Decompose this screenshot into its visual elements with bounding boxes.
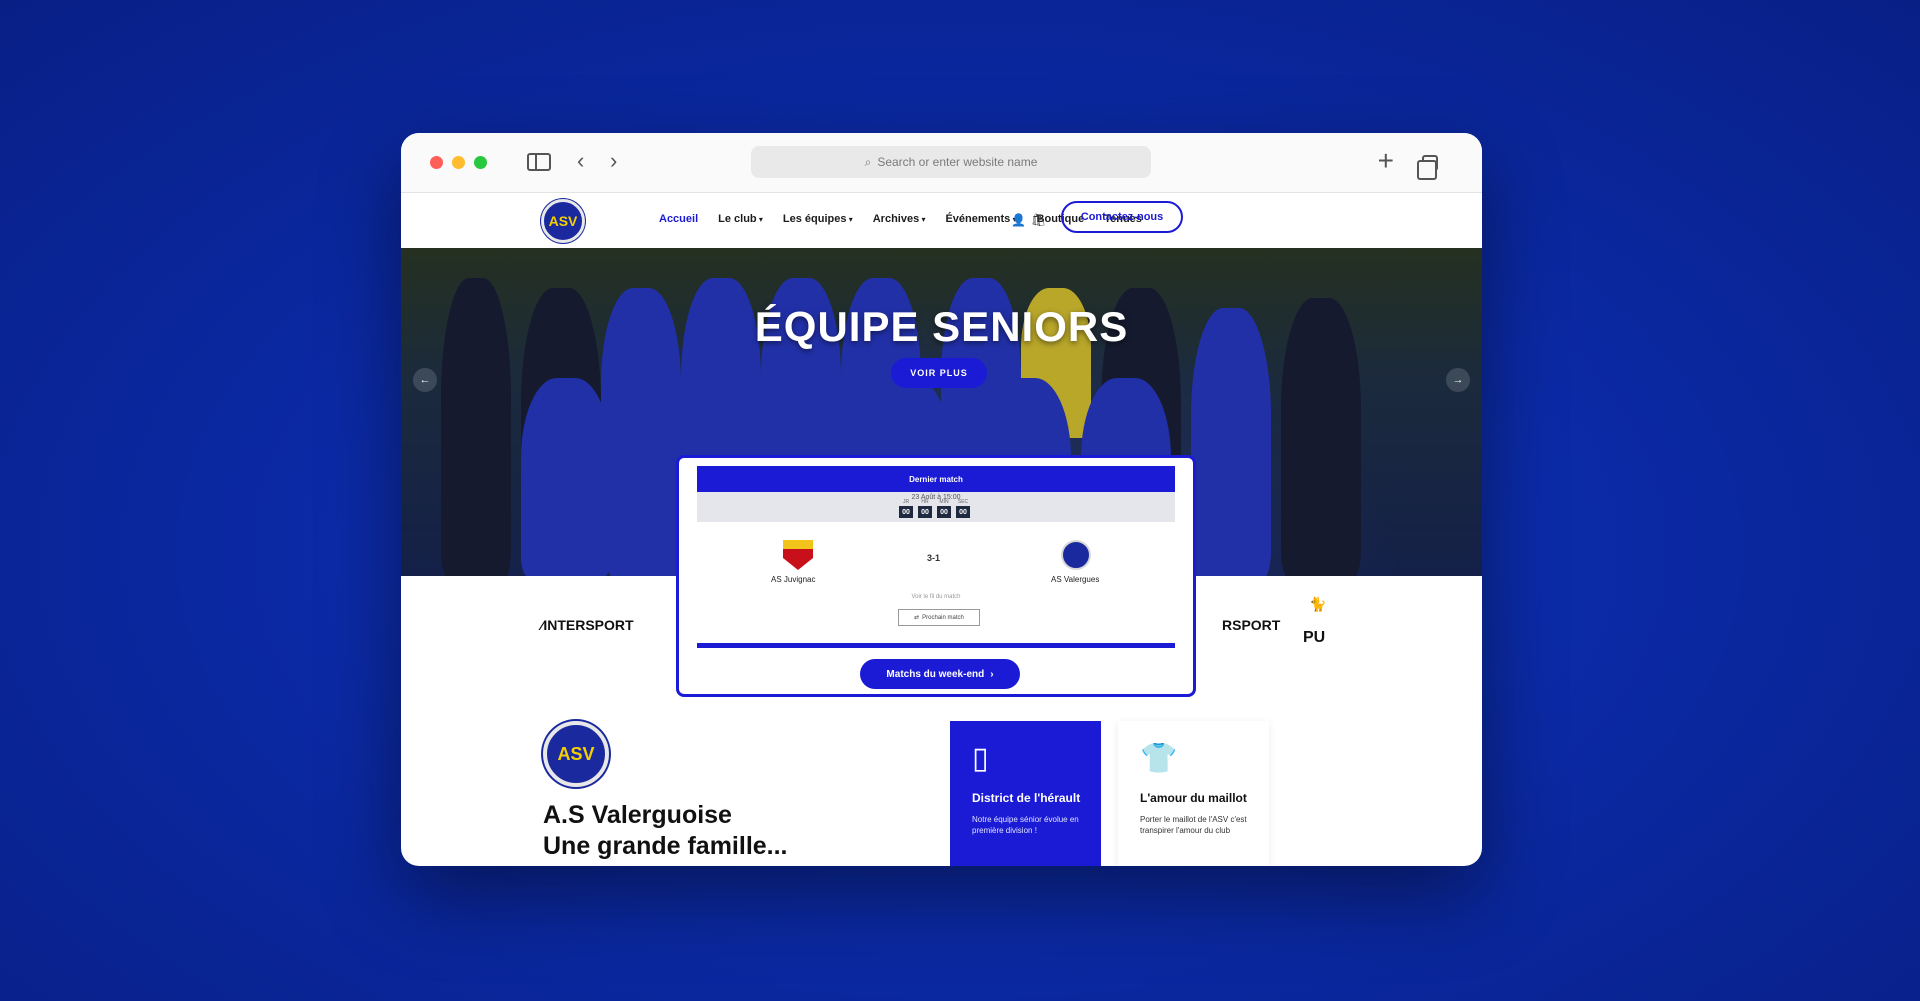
shopping-bag-icon[interactable]: 🛍 xyxy=(1031,213,1046,227)
contact-button[interactable]: Contactez-nous xyxy=(1061,201,1183,233)
next-match-button[interactable]: ⇄ Prochain match xyxy=(898,609,980,626)
feature-title: District de l'hérault xyxy=(972,791,1081,805)
match-date: 23 Août à 15:00 xyxy=(911,494,961,501)
nav-le-club[interactable]: Le club xyxy=(718,213,763,225)
new-tab-button[interactable]: + xyxy=(1378,147,1394,175)
voir-plus-button[interactable]: VOIR PLUS xyxy=(891,358,987,388)
feature-card-maillot[interactable]: 👕 L'amour du maillot Porter le maillot d… xyxy=(1118,721,1269,866)
countdown-label: SEC xyxy=(957,499,969,505)
nav-les-equipes[interactable]: Les équipes xyxy=(783,213,853,225)
match-feed-link[interactable]: Voir le fil du match xyxy=(679,594,1193,600)
home-team-name: AS Juvignac xyxy=(771,575,816,584)
feature-text: Notre équipe sénior évolue en première d… xyxy=(972,815,1079,835)
countdown: 23 Août à 15:00 JR 00 HR 00 MIN 00 SEC 0… xyxy=(697,492,1175,522)
user-icon[interactable]: 👤 xyxy=(1011,213,1026,227)
swap-icon: ⇄ xyxy=(914,615,920,621)
search-icon: ⌕ xyxy=(864,154,872,169)
away-team-name: AS Valergues xyxy=(1051,575,1100,584)
countdown-value: 00 xyxy=(918,506,932,518)
sponsor-rsport-logo: RSPORT xyxy=(1222,617,1281,633)
sidebar-toggle-icon[interactable] xyxy=(527,153,551,171)
minimize-window-button[interactable] xyxy=(452,156,465,169)
about-club-logo: ASV xyxy=(543,721,609,787)
sponsor-intersport-logo: ⁄INTERSPORT xyxy=(541,617,634,633)
site-header: ASV Accueil Le club Les équipes Archives… xyxy=(401,193,1482,248)
forward-icon[interactable]: › xyxy=(610,149,617,173)
away-team-crest xyxy=(1061,540,1091,570)
puma-cat-icon: 🐈 xyxy=(1309,596,1327,612)
countdown-value: 00 xyxy=(937,506,951,518)
countdown-value: 00 xyxy=(956,506,970,518)
slider-prev-icon[interactable]: ← xyxy=(413,368,437,392)
slider-next-icon[interactable]: → xyxy=(1446,368,1470,392)
jersey-icon: 👕 xyxy=(1140,742,1178,775)
match-card: Dernier match 23 Août à 15:00 JR 00 HR 0… xyxy=(676,455,1196,697)
url-placeholder: Search or enter website name xyxy=(877,155,1038,169)
match-card-header: Dernier match xyxy=(697,466,1175,492)
countdown-label: HR xyxy=(921,499,929,505)
countdown-label: JR xyxy=(902,499,910,505)
countdown-value: 00 xyxy=(899,506,913,518)
zoom-window-button[interactable] xyxy=(474,156,487,169)
url-bar[interactable]: ⌕ Search or enter website name xyxy=(751,146,1151,178)
close-window-button[interactable] xyxy=(430,156,443,169)
nav-archives[interactable]: Archives xyxy=(873,213,926,225)
home-team-crest xyxy=(783,540,813,570)
chevron-right-icon: › xyxy=(990,668,994,680)
hero-title: ÉQUIPE SENIORS xyxy=(754,303,1129,350)
match-score: 3-1 xyxy=(927,553,941,563)
club-logo[interactable]: ASV xyxy=(541,199,585,243)
tab-overview-icon[interactable] xyxy=(1417,155,1438,180)
team-photo-figure xyxy=(521,378,611,576)
nav-accueil[interactable]: Accueil xyxy=(659,213,698,225)
back-icon[interactable]: ‹ xyxy=(577,149,584,173)
browser-window: ‹ › ⌕ Search or enter website name + ASV… xyxy=(401,133,1482,866)
sponsor-pu-logo: PU xyxy=(1303,629,1326,646)
countdown-label: MIN xyxy=(939,499,949,505)
football-pitch-icon: ▯ xyxy=(972,742,989,775)
feature-title: L'amour du maillot xyxy=(1140,791,1247,805)
weekend-matches-button[interactable]: Matchs du week-end › xyxy=(860,659,1020,689)
nav-evenements[interactable]: Événements xyxy=(945,213,1016,225)
about-title: A.S Valerguoise Une grande famille... xyxy=(543,801,788,860)
browser-toolbar: ‹ › ⌕ Search or enter website name + xyxy=(401,133,1482,193)
card-divider xyxy=(697,643,1175,648)
feature-card-district[interactable]: ▯ District de l'hérault Notre équipe sén… xyxy=(950,721,1101,866)
feature-text: Porter le maillot de l'ASV c'est transpi… xyxy=(1140,815,1247,835)
